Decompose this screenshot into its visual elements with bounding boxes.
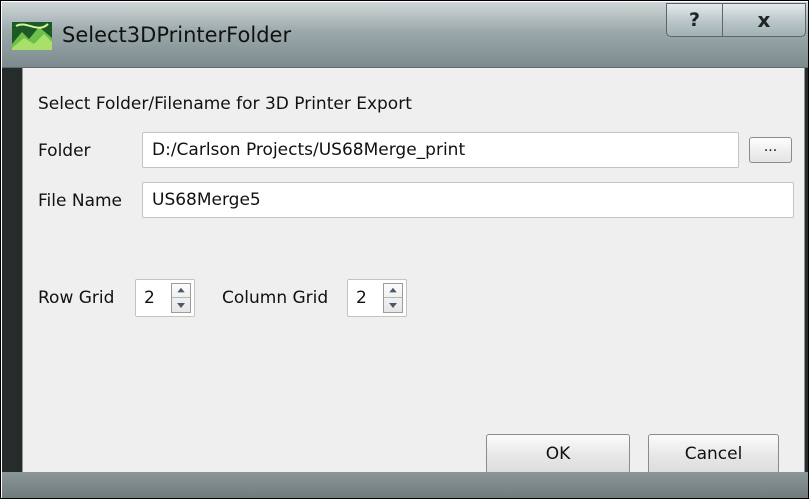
dialog-body: Select Folder/Filename for 3D Printer Ex… (22, 68, 805, 474)
row-grid-value: 2 (144, 288, 155, 308)
cancel-button[interactable]: Cancel (648, 434, 779, 474)
app-icon (12, 22, 52, 50)
ok-button[interactable]: OK (486, 434, 630, 474)
title-bar[interactable]: Select3DPrinterFolder ? x (2, 2, 808, 68)
screenshot-frame: Select3DPrinterFolder ? x Select Folder/… (0, 0, 809, 499)
filename-input[interactable]: US68Merge5 (142, 182, 794, 218)
spin-up-icon[interactable] (384, 284, 402, 298)
folder-input[interactable]: D:/Carlson Projects/US68Merge_print (142, 132, 739, 168)
row-grid-label: Row Grid (38, 288, 115, 308)
row-grid-spin-arrows[interactable] (171, 283, 191, 313)
spin-up-icon[interactable] (172, 284, 190, 298)
row-grid-spinbox[interactable]: 2 (135, 279, 195, 317)
column-grid-label: Column Grid (222, 288, 329, 308)
folder-label: Folder (38, 141, 91, 161)
browse-button[interactable]: ... (749, 137, 792, 163)
window-bottom-border (2, 472, 808, 498)
window-title: Select3DPrinterFolder (62, 23, 292, 47)
dialog-heading: Select Folder/Filename for 3D Printer Ex… (38, 94, 412, 114)
spin-down-icon[interactable] (384, 298, 402, 312)
close-button[interactable]: x (723, 3, 806, 37)
dialog-window: Select3DPrinterFolder ? x Select Folder/… (2, 2, 808, 498)
filename-label: File Name (38, 191, 123, 211)
help-button[interactable]: ? (666, 3, 723, 37)
column-grid-spinbox[interactable]: 2 (347, 279, 407, 317)
spin-down-icon[interactable] (172, 298, 190, 312)
column-grid-spin-arrows[interactable] (383, 283, 403, 313)
column-grid-value: 2 (356, 288, 367, 308)
